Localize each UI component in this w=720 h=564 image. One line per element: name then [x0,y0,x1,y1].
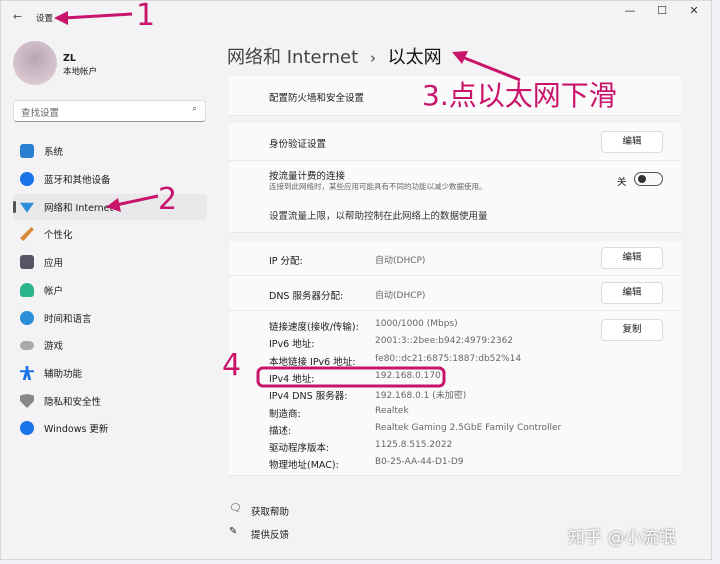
arrow-1-head [54,11,68,25]
annotation-1: 1 [136,0,156,33]
arrow-1 [63,12,133,20]
watermark: 知乎 @小流氓 [568,528,676,548]
arrow-2 [115,194,159,207]
ipv4-highlight-box [256,366,446,388]
annotation-2: 2 [158,182,178,217]
annotation-3: 3.点以太网下滑 [422,79,617,112]
annotation-4: 4 [222,348,242,383]
arrow-2-head [106,198,121,212]
